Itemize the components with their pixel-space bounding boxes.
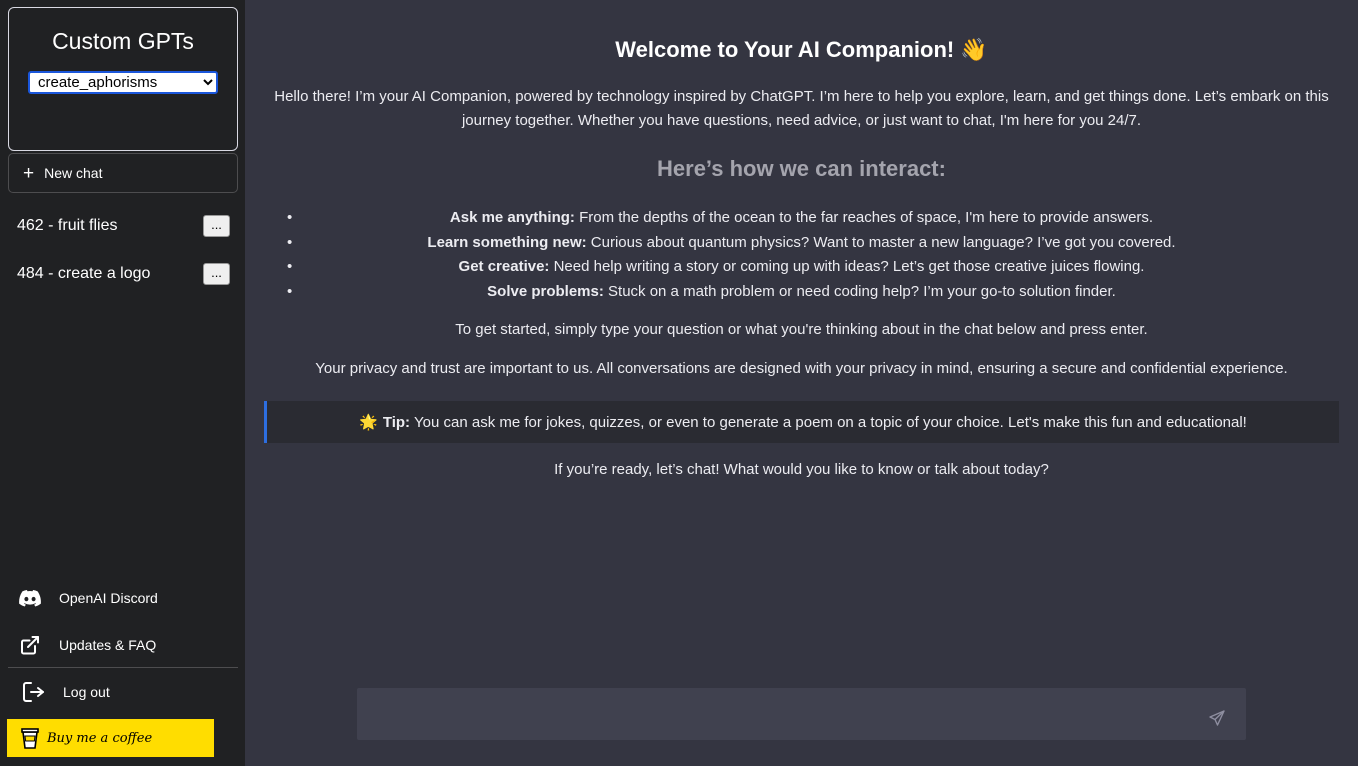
get-started-text: To get started, simply type your questio… [455,321,1148,338]
new-chat-label: New chat [44,165,103,181]
privacy-text: Your privacy and trust are important to … [315,360,1288,377]
new-chat-button[interactable]: + New chat [8,153,238,193]
chat-input-container [357,688,1246,740]
discord-link-label: OpenAI Discord [59,590,158,606]
feature-title: Ask me anything: [449,209,575,226]
star-icon: 🌟 [359,414,378,431]
list-item: Learn something new: Curious about quant… [285,231,1318,256]
feature-title: Get creative: [458,258,550,275]
chat-input[interactable] [357,688,1197,740]
chat-item-label: 484 - create a logo [17,265,151,282]
how-heading: Here’s how we can interact: [657,156,946,181]
sidebar-divider [8,667,238,668]
coffee-label: Buy me a coffee [47,730,153,746]
feature-text: Need help writing a story or coming up w… [549,258,1145,275]
feature-text: From the depths of the ocean to the far … [574,209,1154,226]
updates-faq-label: Updates & FAQ [59,637,157,653]
logout-icon [22,680,46,704]
updates-faq-link[interactable]: Updates & FAQ [18,633,156,657]
tip-text: You can ask me for jokes, quizzes, or ev… [414,413,1247,431]
coffee-cup-icon [21,726,39,750]
feature-list: Ask me anything: From the depths of the … [285,206,1318,304]
chat-item[interactable]: 484 - create a logo ... [17,262,230,286]
feature-title: Solve problems: [487,282,604,300]
list-item: Solve problems: Stuck on a math problem … [285,280,1318,305]
send-button[interactable] [1208,709,1226,727]
custom-gpts-title: Custom GPTs [52,28,194,54]
main-content: Welcome to Your AI Companion! 👋 Hello th… [245,0,1358,766]
buy-me-a-coffee-button[interactable]: Buy me a coffee [7,719,214,757]
send-icon [1209,710,1225,726]
sidebar: Custom GPTs create_aphorisms + New chat … [0,0,245,766]
logout-label: Log out [63,684,110,700]
plus-icon: + [23,162,35,184]
discord-link[interactable]: OpenAI Discord [18,586,158,610]
feature-text: Curious about quantum physics? Want to m… [586,233,1176,251]
chat-item[interactable]: 462 - fruit flies ... [17,214,230,238]
external-link-icon [18,633,42,657]
chat-menu-button[interactable]: ... [203,215,230,237]
intro-text: Hello there! I’m your AI Companion, powe… [274,88,1329,129]
discord-icon [18,586,42,610]
ready-text: If you’re ready, let’s chat! What would … [554,461,1049,478]
chat-menu-button[interactable]: ... [203,263,230,285]
feature-title: Learn something new: [427,233,587,251]
logout-button[interactable]: Log out [22,680,110,704]
custom-gpts-panel: Custom GPTs create_aphorisms [8,7,238,151]
list-item: Get creative: Need help writing a story … [285,255,1318,280]
tip-label: Tip: [382,413,411,431]
feature-text: Stuck on a math problem or need coding h… [603,282,1116,300]
gpt-select[interactable]: create_aphorisms [28,71,218,94]
welcome-title: Welcome to Your AI Companion! 👋 [615,37,988,62]
tip-box: 🌟 Tip: You can ask me for jokes, quizzes… [264,401,1339,443]
chat-item-label: 462 - fruit flies [17,217,118,234]
list-item: Ask me anything: From the depths of the … [285,206,1318,231]
